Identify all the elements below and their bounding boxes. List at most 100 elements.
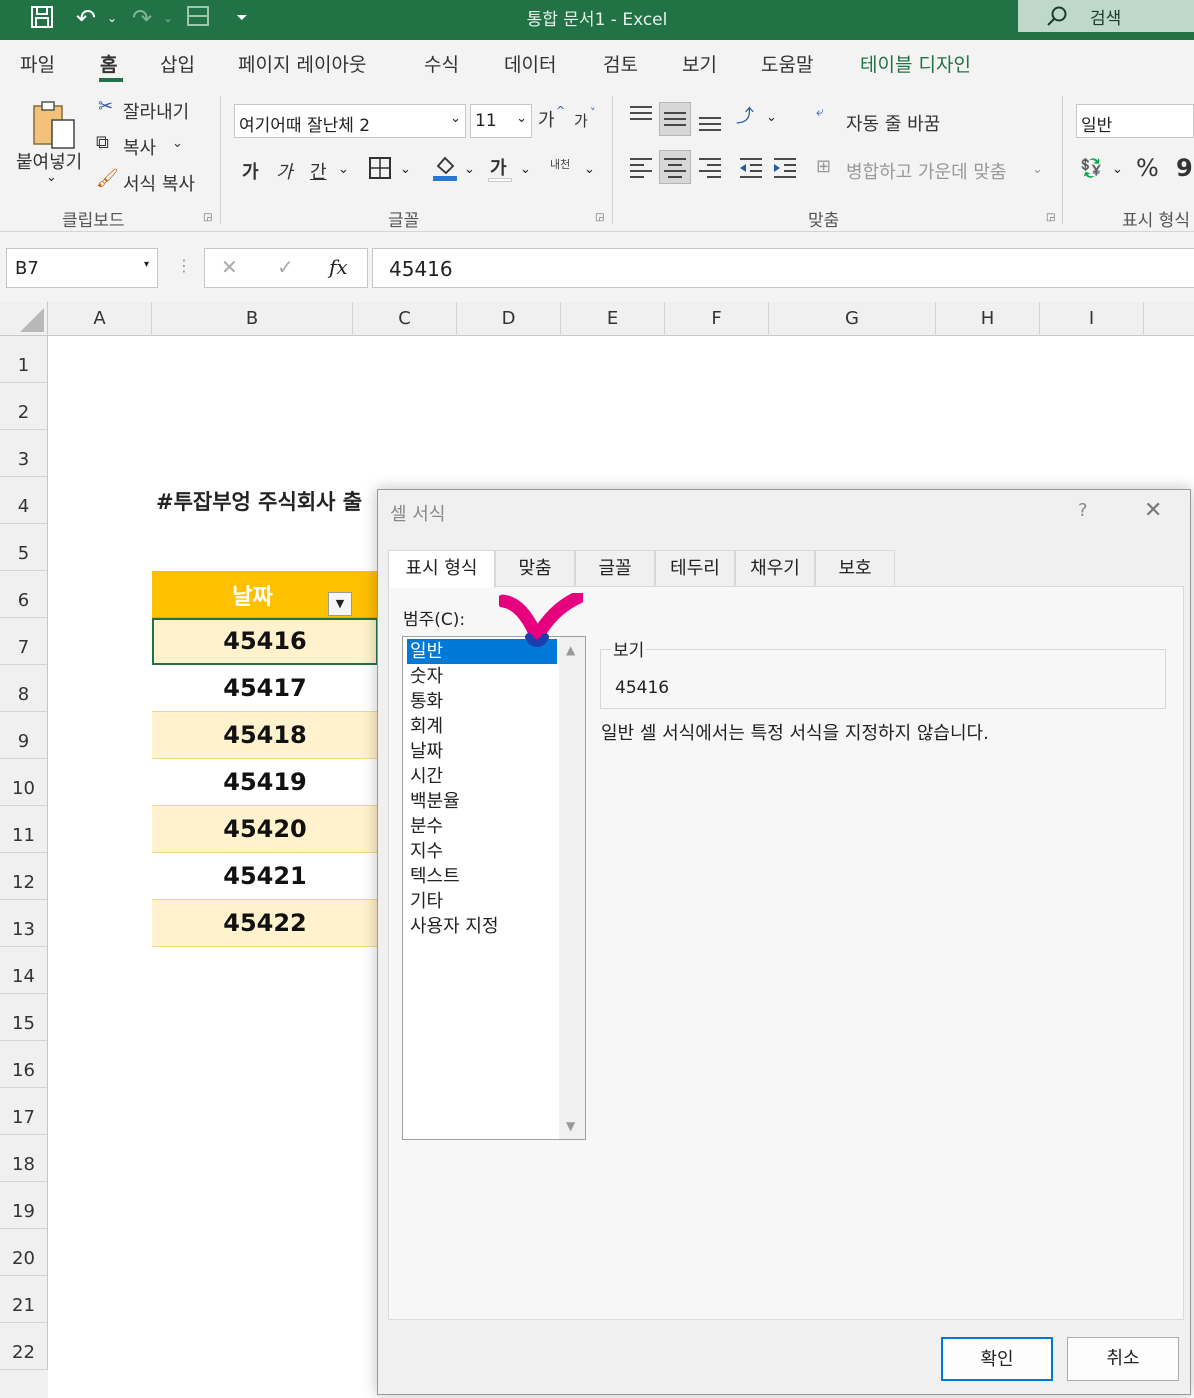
column-header-i[interactable]: I bbox=[1040, 302, 1144, 336]
category-item[interactable]: 지수 bbox=[407, 839, 557, 864]
wrap-text-icon[interactable]: ⤶ bbox=[816, 104, 824, 120]
shrink-font-button[interactable]: 가 bbox=[574, 110, 588, 131]
column-header-f[interactable]: F bbox=[665, 302, 769, 336]
row-header[interactable]: 14 bbox=[0, 947, 48, 994]
paste-icon[interactable] bbox=[30, 98, 78, 150]
align-bottom-icon[interactable] bbox=[697, 102, 723, 136]
help-button[interactable]: ? bbox=[1078, 500, 1088, 521]
tab-data[interactable]: 데이터 bbox=[504, 50, 556, 77]
number-format-select[interactable]: 일반 bbox=[1076, 104, 1194, 138]
row-header[interactable]: 9 bbox=[0, 712, 48, 759]
comma-button[interactable]: 9 bbox=[1176, 154, 1193, 182]
row-header[interactable]: 15 bbox=[0, 994, 48, 1041]
select-all-corner[interactable] bbox=[0, 302, 48, 336]
row-header[interactable]: 2 bbox=[0, 383, 48, 430]
row-header[interactable]: 22 bbox=[0, 1323, 48, 1370]
phonetic-button[interactable]: 내천 bbox=[550, 156, 570, 172]
align-middle-icon[interactable] bbox=[659, 102, 691, 136]
underline-dropdown-icon[interactable]: ⌄ bbox=[338, 162, 349, 177]
format-painter-icon[interactable]: 🖌 bbox=[96, 168, 119, 189]
font-color-dropdown-icon[interactable]: ⌄ bbox=[520, 162, 531, 177]
column-header-a[interactable]: A bbox=[48, 302, 152, 336]
grow-font-button[interactable]: 가 bbox=[538, 106, 555, 132]
name-box[interactable]: B7 ▾ bbox=[6, 248, 158, 288]
percent-button[interactable]: % bbox=[1136, 154, 1159, 182]
tab-insert[interactable]: 삽입 bbox=[160, 50, 195, 77]
row-header[interactable]: 16 bbox=[0, 1041, 48, 1088]
column-header-b[interactable]: B bbox=[152, 302, 353, 336]
tab-table-design[interactable]: 테이블 디자인 bbox=[860, 50, 971, 77]
cut-button[interactable]: 잘라내기 bbox=[123, 98, 189, 124]
tab-review[interactable]: 검토 bbox=[603, 50, 638, 77]
table-cell[interactable]: 45417 bbox=[152, 665, 378, 712]
tab-formulas[interactable]: 수식 bbox=[424, 50, 459, 77]
category-item[interactable]: 회계 bbox=[407, 714, 557, 739]
row-header[interactable]: 8 bbox=[0, 665, 48, 712]
category-item[interactable]: 시간 bbox=[407, 764, 557, 789]
column-header-h[interactable]: H bbox=[936, 302, 1040, 336]
tab-number[interactable]: 표시 형식 bbox=[388, 550, 495, 588]
row-header[interactable]: 20 bbox=[0, 1229, 48, 1276]
tab-home[interactable]: 홈 bbox=[100, 50, 117, 77]
copy-button[interactable]: 복사 bbox=[123, 134, 156, 160]
bold-button[interactable]: 가 bbox=[242, 158, 259, 184]
table-cell[interactable]: 45421 bbox=[152, 853, 378, 900]
insert-function-icon[interactable]: fx bbox=[329, 255, 348, 279]
row-header[interactable]: 7 bbox=[0, 618, 48, 665]
scroll-down-icon[interactable]: ▼ bbox=[566, 1119, 575, 1133]
table-cell[interactable]: 45419 bbox=[152, 759, 378, 806]
tab-page-layout[interactable]: 페이지 레이아웃 bbox=[238, 50, 366, 77]
accounting-dropdown-icon[interactable]: ⌄ bbox=[1112, 162, 1123, 177]
orientation-icon[interactable]: ⤴ bbox=[736, 102, 754, 128]
align-center-icon[interactable] bbox=[659, 150, 691, 184]
tab-view[interactable]: 보기 bbox=[682, 50, 717, 77]
tab-font[interactable]: 글꼴 bbox=[575, 550, 655, 587]
wrap-text-button[interactable]: 자동 줄 바꿈 bbox=[846, 110, 940, 136]
row-header[interactable]: 12 bbox=[0, 853, 48, 900]
copy-dropdown-icon[interactable]: ⌄ bbox=[172, 136, 183, 151]
close-icon[interactable]: ✕ bbox=[1144, 498, 1162, 523]
tab-protection[interactable]: 보호 bbox=[815, 550, 895, 587]
copy-icon[interactable]: ⧉ bbox=[96, 132, 109, 153]
align-left-icon[interactable] bbox=[628, 154, 654, 180]
accounting-format-icon[interactable]: 💱 bbox=[1080, 158, 1102, 179]
table-header-cell[interactable]: 날짜 ▼ bbox=[152, 571, 378, 618]
row-header[interactable]: 1 bbox=[0, 336, 48, 383]
align-top-icon[interactable] bbox=[628, 102, 654, 128]
column-header-e[interactable]: E bbox=[561, 302, 665, 336]
row-header[interactable]: 3 bbox=[0, 430, 48, 477]
fill-color-dropdown-icon[interactable]: ⌄ bbox=[464, 162, 475, 177]
table-cell-selected[interactable]: 45416 bbox=[152, 618, 378, 665]
ok-button[interactable]: 확인 bbox=[941, 1337, 1053, 1381]
alignment-launcher-icon[interactable]: ◲ bbox=[1046, 212, 1055, 223]
table-cell[interactable]: 45418 bbox=[152, 712, 378, 759]
table-cell[interactable]: 45420 bbox=[152, 806, 378, 853]
category-item[interactable]: 통화 bbox=[407, 689, 557, 714]
format-painter-button[interactable]: 서식 복사 bbox=[123, 170, 195, 196]
row-header[interactable]: 5 bbox=[0, 524, 48, 571]
cut-icon[interactable]: ✂ bbox=[98, 96, 113, 117]
row-header[interactable]: 19 bbox=[0, 1182, 48, 1229]
column-header-g[interactable]: G bbox=[769, 302, 936, 336]
decrease-indent-icon[interactable] bbox=[738, 154, 764, 180]
category-item[interactable]: 백분율 bbox=[407, 789, 557, 814]
font-size-select[interactable]: 11 ⌄ bbox=[470, 104, 532, 138]
category-item[interactable]: 텍스트 bbox=[407, 864, 557, 889]
borders-dropdown-icon[interactable]: ⌄ bbox=[400, 162, 411, 177]
row-header[interactable]: 13 bbox=[0, 900, 48, 947]
cancel-button[interactable]: 취소 bbox=[1067, 1337, 1179, 1381]
table-cell[interactable]: 45422 bbox=[152, 900, 378, 947]
column-header-c[interactable]: C bbox=[353, 302, 457, 336]
row-header[interactable]: 10 bbox=[0, 759, 48, 806]
tab-fill[interactable]: 채우기 bbox=[735, 550, 815, 587]
category-item[interactable]: 기타 bbox=[407, 889, 557, 914]
tab-help[interactable]: 도움말 bbox=[761, 50, 813, 77]
row-header[interactable]: 6 bbox=[0, 571, 48, 618]
category-scrollbar[interactable]: ▲ ▼ bbox=[559, 637, 585, 1139]
fill-color-icon[interactable] bbox=[432, 154, 458, 182]
tab-alignment[interactable]: 맞춤 bbox=[495, 550, 575, 587]
column-header-d[interactable]: D bbox=[457, 302, 561, 336]
font-name-select[interactable]: 여기어때 잘난체 2 ⌄ bbox=[234, 104, 466, 138]
orientation-dropdown-icon[interactable]: ⌄ bbox=[766, 110, 777, 125]
row-header[interactable]: 21 bbox=[0, 1276, 48, 1323]
